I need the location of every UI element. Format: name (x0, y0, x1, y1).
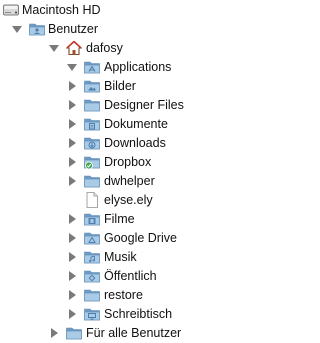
tree-row-label: Schreibtisch (104, 307, 173, 321)
tree-row-label: Dropbox (104, 155, 152, 169)
tree-row-label: elyse.ely (104, 193, 153, 207)
tree-row-fuer-alle-benutzer[interactable]: Für alle Benutzer (0, 324, 275, 343)
tree-row-label: Öffentlich (104, 269, 157, 283)
movies-folder-icon (84, 211, 100, 227)
disclosure-triangle-right-icon[interactable] (66, 175, 78, 187)
tree-row-label: Für alle Benutzer (86, 326, 182, 340)
tree-row-label: dafosy (86, 41, 123, 55)
documents-folder-icon (84, 116, 100, 132)
public-folder-icon (84, 268, 100, 284)
tree-row-label: Bilder (104, 79, 136, 93)
applications-folder-icon (84, 59, 100, 75)
tree-row-schreibtisch[interactable]: Schreibtisch (0, 305, 275, 324)
disclosure-triangle-right-icon[interactable] (66, 99, 78, 111)
tree-row-filme[interactable]: Filme (0, 210, 275, 229)
folder-icon (84, 287, 100, 303)
disclosure-triangle-right-icon[interactable] (66, 232, 78, 244)
shared-folder-icon (66, 325, 82, 341)
tree-row-label: Musik (104, 250, 137, 264)
tree-row-dokumente[interactable]: Dokumente (0, 115, 275, 134)
tree-row-downloads[interactable]: Downloads (0, 134, 275, 153)
disclosure-triangle-right-icon[interactable] (66, 137, 78, 149)
tree-row-label: Google Drive (104, 231, 177, 245)
disclosure-triangle-right-icon[interactable] (66, 251, 78, 263)
document-file-icon (84, 192, 100, 208)
disclosure-triangle-right-icon[interactable] (66, 308, 78, 320)
folder-icon (84, 97, 100, 113)
tree-row-oeffentlich[interactable]: Öffentlich (0, 267, 275, 286)
tree-row-dropbox[interactable]: Dropbox (0, 153, 275, 172)
music-folder-icon (84, 249, 100, 265)
disclosure-triangle-right-icon[interactable] (66, 289, 78, 301)
tree-row-bilder[interactable]: Bilder (0, 77, 275, 96)
disclosure-triangle-right-icon[interactable] (66, 213, 78, 225)
tree-row-dwhelper[interactable]: dwhelper (0, 172, 275, 191)
tree-row-musik[interactable]: Musik (0, 248, 275, 267)
tree-row-google-drive[interactable]: Google Drive (0, 229, 275, 248)
tree-row-label: Dokumente (104, 117, 168, 131)
pictures-folder-icon (84, 78, 100, 94)
tree-row-applications[interactable]: Applications (0, 58, 275, 77)
home-icon (66, 40, 82, 56)
file-tree: Macintosh HD Benutzer dafosy Application… (0, 0, 275, 343)
tree-row-label: Benutzer (48, 22, 99, 36)
users-folder-icon (29, 21, 45, 37)
disclosure-triangle-right-icon[interactable] (66, 156, 78, 168)
tree-row-label: Designer Files (104, 98, 184, 112)
disclosure-triangle-right-icon[interactable] (66, 118, 78, 130)
tree-row-elyse-ely[interactable]: elyse.ely (0, 191, 275, 210)
tree-row-label: dwhelper (104, 174, 155, 188)
disclosure-triangle-down-icon[interactable] (11, 23, 23, 35)
dropbox-folder-icon (84, 154, 100, 170)
tree-row-macintosh-hd[interactable]: Macintosh HD (0, 1, 275, 20)
tree-row-designer-files[interactable]: Designer Files (0, 96, 275, 115)
folder-icon (84, 173, 100, 189)
disclosure-triangle-right-icon[interactable] (66, 270, 78, 282)
tree-row-label: Applications (104, 60, 172, 74)
disclosure-triangle-right-icon[interactable] (48, 327, 60, 339)
tree-row-label: Filme (104, 212, 135, 226)
tree-row-label: Macintosh HD (22, 3, 101, 17)
google-drive-folder-icon (84, 230, 100, 246)
disclosure-triangle-down-icon[interactable] (48, 42, 60, 54)
tree-row-label: Downloads (104, 136, 166, 150)
desktop-folder-icon (84, 306, 100, 322)
hard-drive-icon (3, 2, 19, 18)
tree-row-dafosy[interactable]: dafosy (0, 39, 275, 58)
disclosure-triangle-right-icon[interactable] (66, 80, 78, 92)
disclosure-triangle-down-icon[interactable] (66, 61, 78, 73)
downloads-folder-icon (84, 135, 100, 151)
tree-row-label: restore (104, 288, 143, 302)
tree-row-restore[interactable]: restore (0, 286, 275, 305)
tree-row-benutzer[interactable]: Benutzer (0, 20, 275, 39)
